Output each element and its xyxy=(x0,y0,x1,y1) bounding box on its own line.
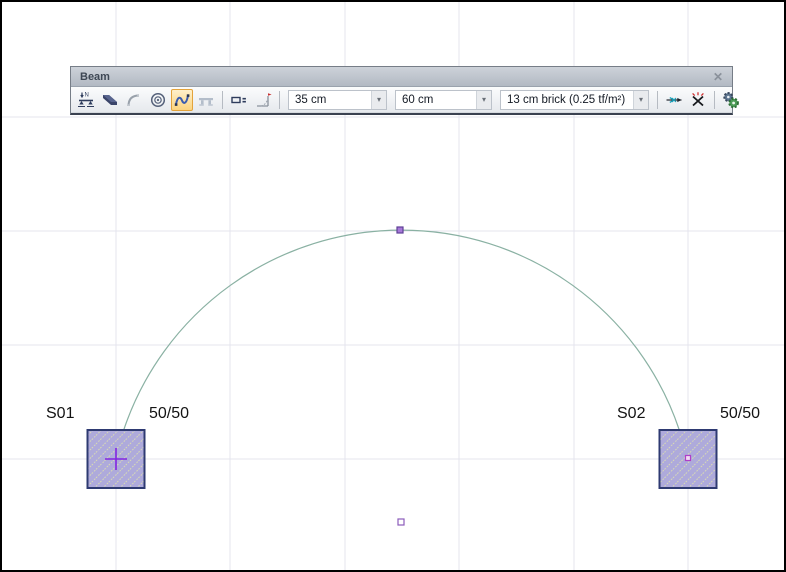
spline-beam-icon xyxy=(172,90,192,110)
beam-load-button[interactable]: N xyxy=(75,89,97,111)
wall-load-value: 13 cm brick (0.25 tf/m²) xyxy=(501,91,633,109)
solid-beam-icon xyxy=(100,90,120,110)
svg-text:N: N xyxy=(85,92,89,98)
beam-slope-icon xyxy=(253,90,273,110)
chevron-down-icon[interactable]: ▾ xyxy=(476,91,491,109)
application-window: S01 50/50 S02 50/50 Beam ✕ N xyxy=(0,0,786,572)
toolbar-separator xyxy=(222,91,223,109)
toolbar-title: Beam xyxy=(80,71,711,83)
beam-toolbar-buttons: N xyxy=(71,87,732,112)
arc-beam[interactable] xyxy=(124,230,680,430)
extend-beam-button[interactable] xyxy=(228,89,250,111)
arc-center-node[interactable] xyxy=(398,519,404,525)
wall-load-combobox[interactable]: 13 cm brick (0.25 tf/m²) ▾ xyxy=(500,90,649,110)
settings-button[interactable] xyxy=(720,89,742,111)
spline-beam-button[interactable] xyxy=(171,89,193,111)
extend-beam-icon xyxy=(229,90,249,110)
ring-beam-button[interactable] xyxy=(147,89,169,111)
beam-toolbar: Beam ✕ N xyxy=(70,66,733,115)
close-icon[interactable]: ✕ xyxy=(711,71,725,83)
ring-beam-icon xyxy=(148,90,168,110)
column-label-s01: S01 xyxy=(46,405,74,423)
section-label-s01: 50/50 xyxy=(149,405,189,423)
solid-beam-button[interactable] xyxy=(99,89,121,111)
beam-depth-combobox[interactable]: 60 cm ▾ xyxy=(395,90,492,110)
beam-width-combobox[interactable]: 35 cm ▾ xyxy=(288,90,387,110)
bridge-beam-icon xyxy=(196,90,216,110)
toolbar-separator xyxy=(714,91,715,109)
arc-beam-icon xyxy=(124,90,144,110)
section-label-s02: 50/50 xyxy=(720,405,760,423)
toolbar-separator xyxy=(657,91,658,109)
beam-load-icon: N xyxy=(76,90,96,110)
beam-toolbar-titlebar[interactable]: Beam ✕ xyxy=(71,67,732,87)
break-beam-button[interactable] xyxy=(687,89,709,111)
beam-depth-value: 60 cm xyxy=(396,91,476,109)
break-beam-icon xyxy=(688,90,708,110)
bridge-beam-button[interactable] xyxy=(195,89,217,111)
arc-beam-button[interactable] xyxy=(123,89,145,111)
gears-icon xyxy=(721,90,741,110)
trim-to-axis-icon xyxy=(664,90,684,110)
chevron-down-icon[interactable]: ▾ xyxy=(371,91,386,109)
column-label-s02: S02 xyxy=(617,405,645,423)
column-node[interactable] xyxy=(686,456,691,461)
toolbar-separator xyxy=(279,91,280,109)
beam-width-value: 35 cm xyxy=(289,91,371,109)
arc-apex-node[interactable] xyxy=(397,227,403,233)
beam-slope-button[interactable] xyxy=(252,89,274,111)
chevron-down-icon[interactable]: ▾ xyxy=(633,91,648,109)
trim-to-axis-button[interactable] xyxy=(663,89,685,111)
